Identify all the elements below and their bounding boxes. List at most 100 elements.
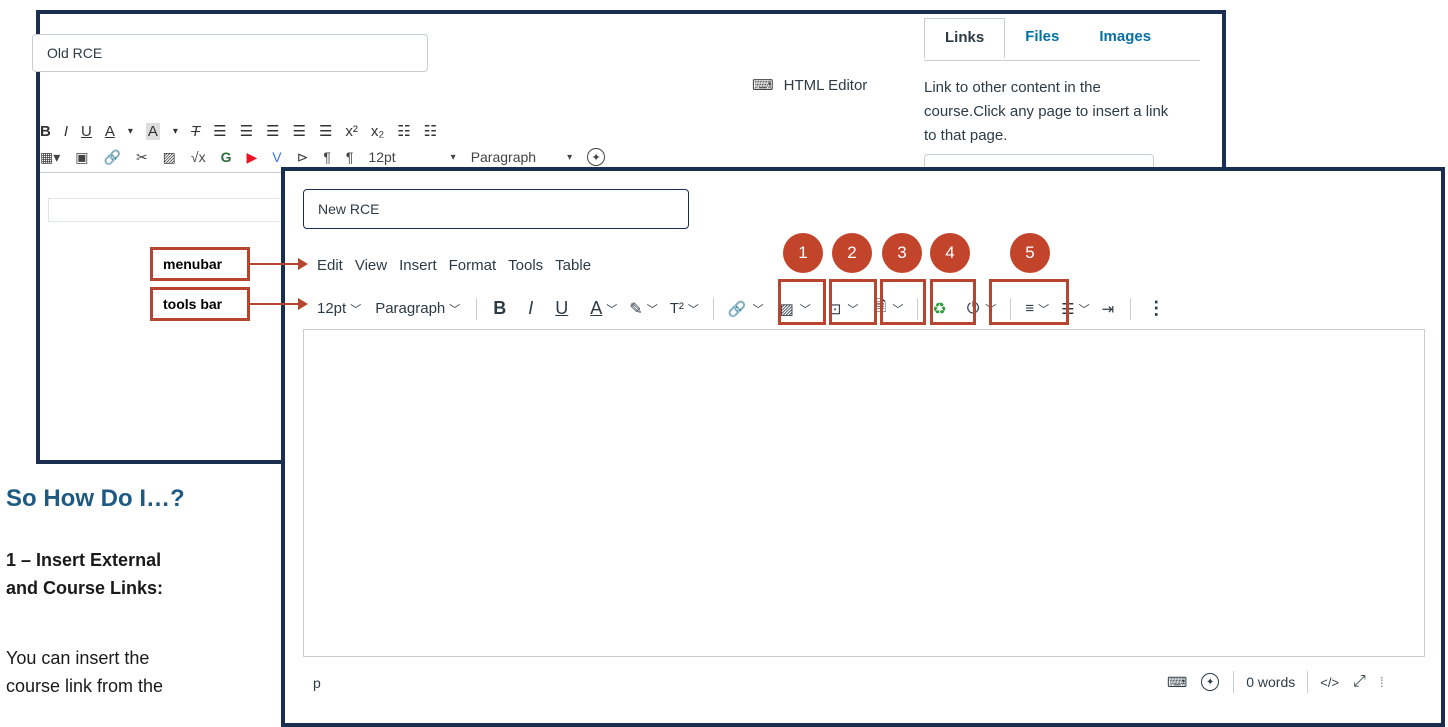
menu-tools[interactable]: Tools xyxy=(508,257,543,274)
font-size-select[interactable]: 12pt xyxy=(368,149,395,165)
menu-table[interactable]: Table xyxy=(555,257,591,274)
toolbar-divider xyxy=(712,297,714,320)
underline-icon[interactable]: U xyxy=(81,123,92,140)
old-toolbar-row1: B I U A ▾ A ▾ T ☰ ☰ ☰ ☰ ☰ x² x₂ ☷ ☷ xyxy=(40,122,437,140)
menubar-arrow-head xyxy=(298,258,308,270)
block-format-select[interactable]: Paragraph xyxy=(471,149,536,165)
link-icon[interactable]: 🔗 xyxy=(104,149,121,166)
menubar-callout: menubar xyxy=(150,247,250,281)
numbered-list-icon[interactable]: ☷ xyxy=(424,122,437,140)
menubar-arrow-line xyxy=(250,263,300,265)
old-sidebar-text: Link to other content in the course.Clic… xyxy=(924,79,1169,144)
bold-icon[interactable]: B xyxy=(493,298,506,319)
status-divider xyxy=(1307,671,1309,693)
table-icon[interactable]: ▦▾ xyxy=(40,149,60,166)
badge-4: 4 xyxy=(930,233,970,273)
new-title-input[interactable]: New RCE xyxy=(303,189,689,229)
menu-view[interactable]: View xyxy=(355,257,387,274)
more-icon[interactable]: ⋮ xyxy=(1147,298,1165,319)
bold-icon[interactable]: B xyxy=(40,123,51,140)
highlight-box-5 xyxy=(989,279,1069,325)
highlight-icon[interactable]: ✎ xyxy=(629,299,642,319)
toolsbar-callout: tools bar xyxy=(150,287,250,321)
clear-format-icon[interactable]: T xyxy=(191,123,200,140)
lti-icon[interactable]: G xyxy=(221,149,232,165)
menu-format[interactable]: Format xyxy=(449,257,497,274)
html-view-toggle[interactable]: </> xyxy=(1320,675,1339,690)
align-center-icon[interactable]: ☰ xyxy=(240,122,253,140)
caret-down-icon[interactable]: ▾ xyxy=(567,152,572,163)
element-path: p xyxy=(313,675,321,691)
chevron-down-icon: ﹀ xyxy=(606,303,618,316)
bullet-list-icon[interactable]: ☷ xyxy=(397,122,410,140)
tabs-divider xyxy=(924,60,1200,61)
fullscreen-icon[interactable]: ⤢ xyxy=(1353,673,1366,691)
html-editor-link[interactable]: ⌨ HTML Editor xyxy=(752,76,867,95)
new-editor-area[interactable] xyxy=(303,329,1425,657)
vimeo-icon[interactable]: V xyxy=(272,149,281,165)
link-icon[interactable]: 🔗 xyxy=(728,300,747,318)
youtube-icon[interactable]: ▶ xyxy=(246,149,257,166)
indent-icon[interactable]: ⇥ xyxy=(1102,300,1115,318)
outdent-icon[interactable]: ☰ xyxy=(319,122,332,140)
chevron-down-icon: ﹀ xyxy=(687,303,699,316)
menu-insert[interactable]: Insert xyxy=(399,257,437,274)
new-rce-panel: New RCE Edit View Insert Format Tools Ta… xyxy=(281,167,1445,727)
math-icon[interactable]: √x xyxy=(191,149,206,165)
italic-icon[interactable]: I xyxy=(64,123,68,140)
tab-files[interactable]: Files xyxy=(1005,18,1079,58)
highlight-box-3 xyxy=(880,279,926,325)
accessibility-icon[interactable]: ✦ xyxy=(1201,673,1220,691)
align-right-icon[interactable]: ☰ xyxy=(266,122,279,140)
caret-down-icon[interactable]: ▾ xyxy=(451,152,456,163)
caret-down-icon[interactable]: ▾ xyxy=(128,126,133,137)
media-icon[interactable]: ▣ xyxy=(75,149,88,166)
old-title-input[interactable]: Old RCE xyxy=(32,34,428,72)
subscript-icon[interactable]: x₂ xyxy=(371,123,384,140)
image-icon[interactable]: ▨ xyxy=(163,149,176,166)
toolsbar-arrow-head xyxy=(298,298,308,310)
badge-2: 2 xyxy=(832,233,872,273)
highlight-box-2 xyxy=(829,279,877,325)
superscript-icon[interactable]: x² xyxy=(345,123,358,140)
text-color-icon[interactable]: A xyxy=(590,298,602,319)
keyboard-icon: ⌨ xyxy=(752,77,774,94)
word-count: 0 words xyxy=(1246,674,1296,690)
resize-handle-icon[interactable]: ⁞ xyxy=(1380,674,1384,690)
superscript-icon[interactable]: T² xyxy=(670,300,684,317)
bg-color-icon[interactable]: A xyxy=(145,122,160,140)
step-title-line1: 1 – Insert External xyxy=(6,550,162,570)
keyboard-icon[interactable]: ⌨ xyxy=(1167,674,1187,691)
tab-images[interactable]: Images xyxy=(1079,18,1171,58)
italic-icon[interactable]: I xyxy=(528,298,533,319)
status-divider xyxy=(1233,671,1235,693)
underline-icon[interactable]: U xyxy=(555,298,568,319)
font-size-select[interactable]: 12pt xyxy=(317,300,346,317)
rtl-icon[interactable]: ¶ xyxy=(346,149,354,165)
text-color-icon[interactable]: A xyxy=(105,123,115,140)
menu-edit[interactable]: Edit xyxy=(317,257,343,274)
chevron-down-icon: ﹀ xyxy=(752,303,764,316)
status-bar: ⌨ ✦ 0 words </> ⤢ ⁞ xyxy=(1167,671,1384,693)
highlight-box-1 xyxy=(778,279,826,325)
unlink-icon[interactable]: ✂ xyxy=(136,149,148,166)
chevron-down-icon: ﹀ xyxy=(1078,303,1090,316)
block-format-select[interactable]: Paragraph xyxy=(375,300,445,317)
indent-icon[interactable]: ☰ xyxy=(292,122,305,140)
body-line1: You can insert the xyxy=(6,648,150,668)
old-sidebar-tabs: Links Files Images xyxy=(924,18,1171,58)
caret-down-icon[interactable]: ▾ xyxy=(173,126,178,137)
ltr-icon[interactable]: ¶ xyxy=(323,149,331,165)
video-icon[interactable]: ⊳ xyxy=(297,149,309,166)
badge-3: 3 xyxy=(882,233,922,273)
toolbar-divider xyxy=(476,297,478,320)
chevron-down-icon: ﹀ xyxy=(646,303,658,316)
old-editor-status xyxy=(48,198,310,222)
old-toolbar-row2: ▦▾ ▣ 🔗 ✂ ▨ √x G ▶ V ⊳ ¶ ¶ 12pt ▾ Paragra… xyxy=(40,148,606,166)
tab-links[interactable]: Links xyxy=(924,18,1006,58)
badge-1: 1 xyxy=(783,233,823,273)
toolbar-divider xyxy=(1130,297,1132,320)
step-title-line2: and Course Links: xyxy=(6,578,164,598)
align-left-icon[interactable]: ☰ xyxy=(213,122,226,140)
accessibility-icon[interactable]: ✦ xyxy=(587,148,606,166)
